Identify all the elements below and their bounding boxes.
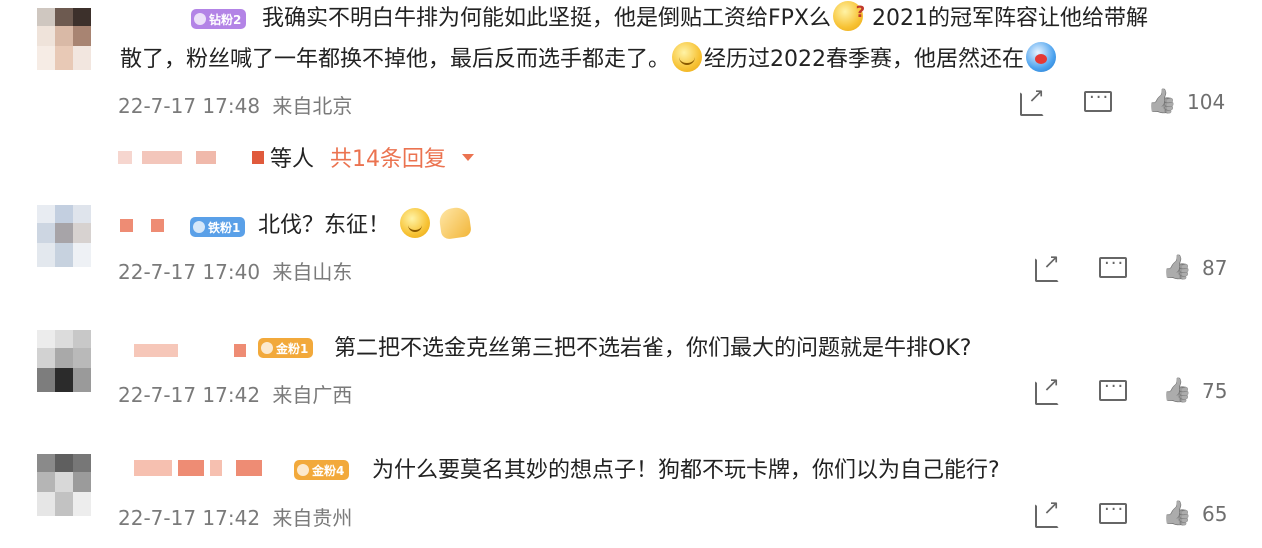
fan-badge: 金粉4 <box>294 460 350 480</box>
comment-actions: 87 <box>1034 249 1228 282</box>
shy-smile-icon <box>672 42 703 72</box>
avatar[interactable] <box>37 205 91 267</box>
comment-text: 第二把不选金克丝第三把不选岩雀，你们最大的问题就是牛排OK? <box>334 330 971 368</box>
comment-4: 金粉4 为什么要莫名其妙的想点子！狗都不玩卡牌，你们以为自己能行? 22-7-1… <box>0 444 1262 548</box>
comment-3: 金粉1 第二把不选金克丝第三把不选岩雀，你们最大的问题就是牛排OK? 22-7-… <box>0 320 1262 420</box>
redacted-name <box>234 344 246 357</box>
timestamp: 22-7-17 17:40 <box>118 260 261 284</box>
thumbs-up-icon[interactable] <box>1147 89 1175 115</box>
like-count: 65 <box>1202 502 1228 526</box>
share-icon[interactable] <box>1034 372 1062 405</box>
comment-text: 北伐？东征！ <box>258 206 472 245</box>
comment-text: 我确实不明白牛排为何能如此坚挺，他是倒贴工资给FPX么 2021的冠军阵容让他给… <box>262 0 1148 38</box>
badge-label: 钻粉2 <box>209 12 242 27</box>
avatar[interactable] <box>37 8 91 70</box>
pray-hands-icon <box>438 206 472 240</box>
comment-2: 铁粉1 北伐？东征！ 22-7-17 17:40 来自山东 87 <box>0 195 1262 295</box>
badge-icon <box>193 221 205 233</box>
comment-meta: 22-7-17 17:40 来自山东 <box>118 256 352 285</box>
timestamp: 22-7-17 17:48 <box>118 94 261 118</box>
comment-text-line1b: 2021的冠军阵容让他给带解 <box>872 6 1148 31</box>
reply-who: 等人 <box>270 147 315 172</box>
comment-actions: 75 <box>1034 372 1228 405</box>
comment-text-body: 为什么要莫名其妙的想点子！狗都不玩卡牌，你们以为自己能行? <box>372 458 1000 483</box>
comment-actions: 104 <box>1019 83 1226 116</box>
like-count: 75 <box>1202 379 1228 403</box>
nickname-redacted[interactable] <box>134 460 262 476</box>
location: 来自贵州 <box>272 506 353 530</box>
comment-text-body: 第二把不选金克丝第三把不选岩雀，你们最大的问题就是牛排OK? <box>334 336 972 361</box>
timestamp: 22-7-17 17:42 <box>118 506 261 530</box>
comment-icon[interactable] <box>1098 376 1127 404</box>
nickname-redacted[interactable] <box>120 219 164 232</box>
like-count: 87 <box>1202 256 1228 280</box>
badge-icon <box>194 13 206 25</box>
comment-icon[interactable] <box>1098 253 1127 281</box>
like-count: 104 <box>1187 90 1226 114</box>
redacted-name <box>210 460 222 476</box>
comment-actions: 65 <box>1034 495 1228 528</box>
comment-text-line2b: 经历过2022春季赛，他居然还在 <box>704 47 1025 72</box>
comment-text-body: 北伐？东征！ <box>258 213 391 238</box>
thumbs-up-icon[interactable] <box>1162 501 1190 527</box>
share-icon[interactable] <box>1019 83 1047 116</box>
redacted-name <box>120 219 133 232</box>
thumbs-up-icon[interactable] <box>1162 255 1190 281</box>
nickname-redacted[interactable] <box>134 344 246 357</box>
reply-summary[interactable]: 等人 共14条回复 <box>118 141 475 173</box>
smile-face-icon <box>400 208 431 238</box>
comment-text: 为什么要莫名其妙的想点子！狗都不玩卡牌，你们以为自己能行? <box>372 452 1000 490</box>
doraemon-icon <box>1026 42 1057 72</box>
timestamp: 22-7-17 17:42 <box>118 383 261 407</box>
fan-badge: 金粉1 <box>258 338 314 358</box>
fan-badge: 铁粉1 <box>190 217 246 237</box>
avatar[interactable] <box>37 330 91 392</box>
redacted-name <box>196 150 216 164</box>
redacted-name <box>134 460 172 476</box>
redacted-name <box>118 150 132 164</box>
question-face-icon <box>833 0 865 31</box>
redacted-name <box>151 219 164 232</box>
comment-icon[interactable] <box>1083 87 1112 115</box>
reply-total-link[interactable]: 共14条回复 <box>330 141 446 173</box>
redacted-name <box>142 150 182 164</box>
redacted-name <box>236 460 262 476</box>
comment-text-line2a: 散了，粉丝喊了一年都换不掉他，最后反而选手都走了。 <box>120 47 671 72</box>
badge-icon <box>297 464 309 476</box>
location: 来自北京 <box>272 94 353 118</box>
comment-text-continued: 散了，粉丝喊了一年都换不掉他，最后反而选手都走了。 经历过2022春季赛，他居然还… <box>120 41 1058 79</box>
share-icon[interactable] <box>1034 249 1062 282</box>
comment-meta: 22-7-17 17:42 来自广西 <box>118 379 352 408</box>
location: 来自广西 <box>272 383 353 407</box>
comment-icon[interactable] <box>1098 499 1127 527</box>
badge-icon <box>261 342 273 354</box>
share-icon[interactable] <box>1034 495 1062 528</box>
fan-badge: 钻粉2 <box>191 9 247 29</box>
comment-text-line1: 我确实不明白牛排为何能如此坚挺，他是倒贴工资给FPX么 <box>262 6 831 31</box>
avatar[interactable] <box>37 454 91 516</box>
redacted-name <box>252 150 264 164</box>
thumbs-up-icon[interactable] <box>1162 378 1190 404</box>
comment-meta: 22-7-17 17:42 来自贵州 <box>118 502 352 531</box>
badge-label: 金粉1 <box>276 341 309 356</box>
redacted-name <box>134 344 178 357</box>
chevron-down-icon[interactable] <box>462 153 475 161</box>
redacted-name <box>178 460 204 476</box>
badge-label: 铁粉1 <box>208 220 241 235</box>
badge-label: 金粉4 <box>312 463 345 478</box>
comment-1: 钻粉2 我确实不明白牛排为何能如此坚挺，他是倒贴工资给FPX么 2021的冠军阵… <box>0 0 1262 130</box>
location: 来自山东 <box>272 260 353 284</box>
comment-meta: 22-7-17 17:48 来自北京 <box>118 90 352 119</box>
